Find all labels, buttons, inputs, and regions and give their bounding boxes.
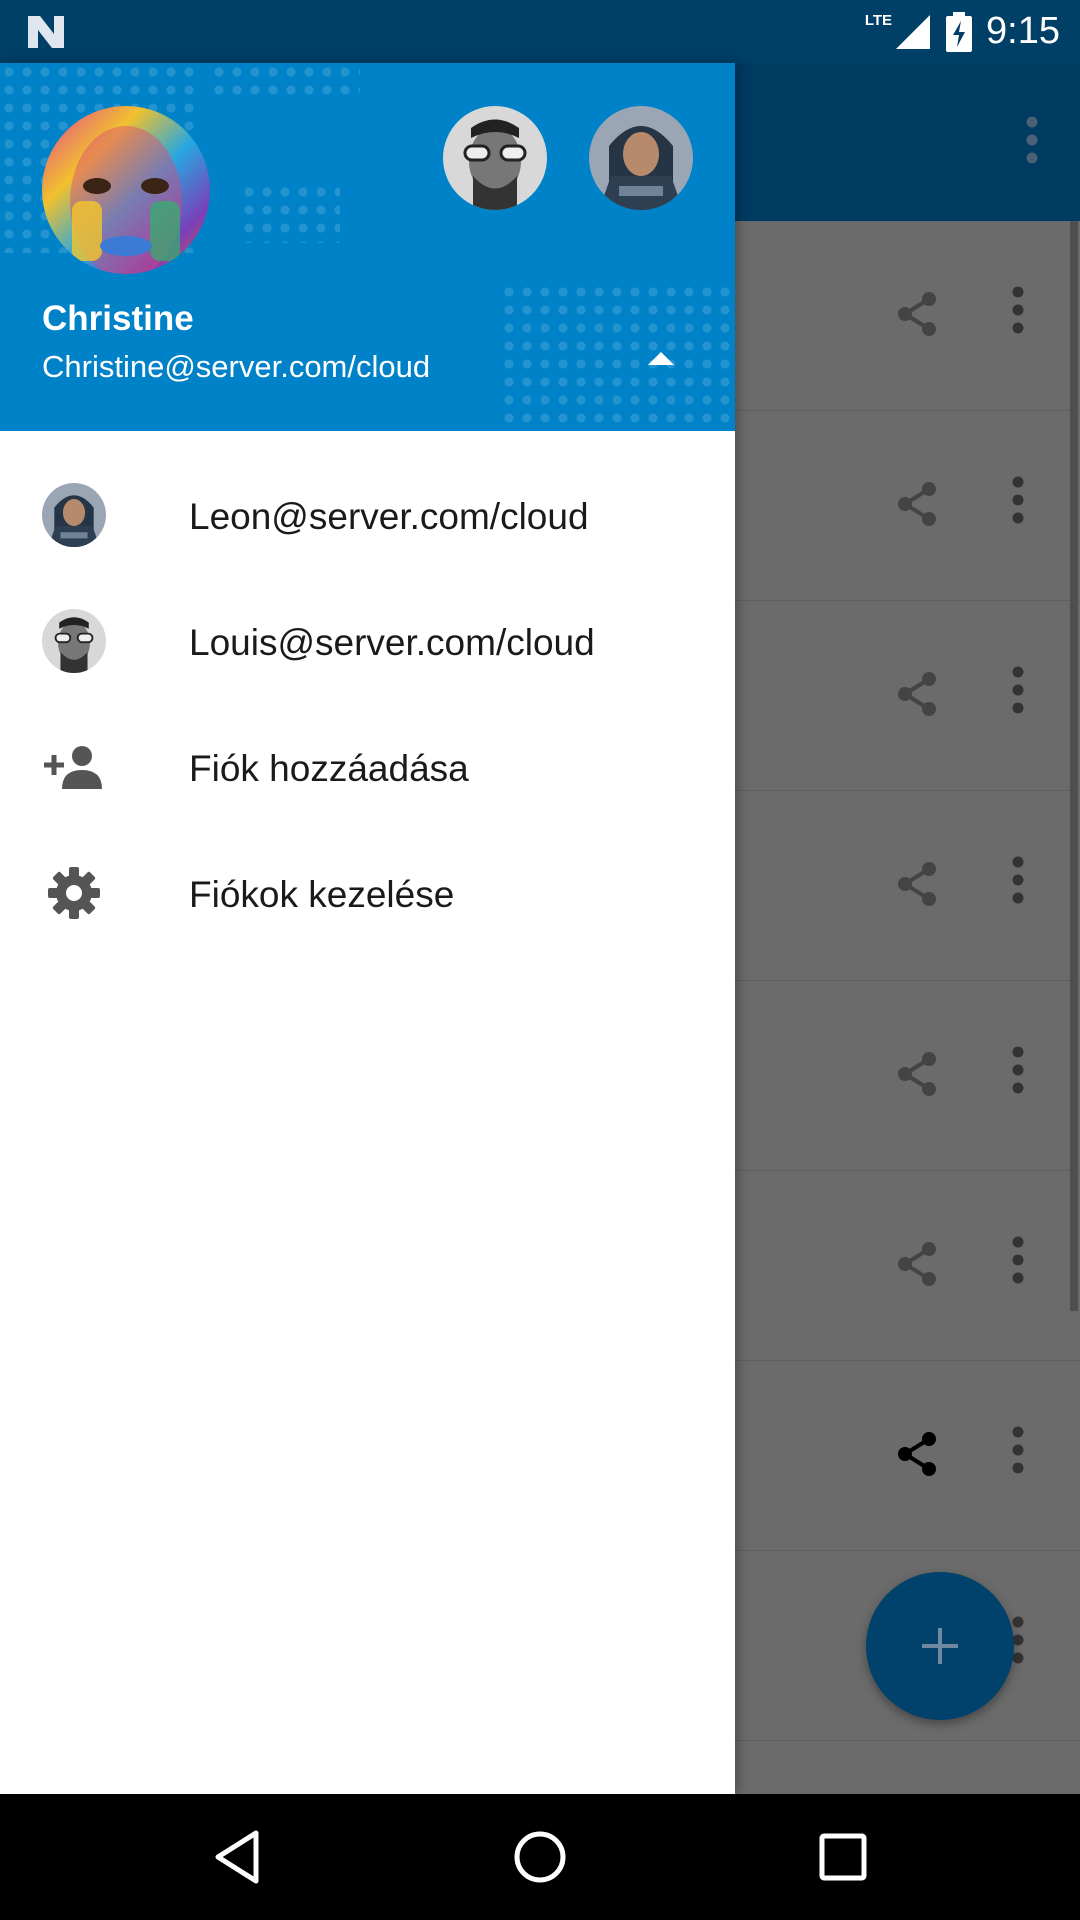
leon-avatar — [42, 483, 106, 547]
account-label: Leon@server.com/cloud — [189, 496, 589, 537]
share-icon[interactable] — [896, 1051, 938, 1097]
account-item-leon[interactable]: Leon@server.com/cloud — [0, 452, 735, 578]
battery-charging-icon — [946, 11, 973, 52]
header-pattern — [210, 63, 360, 103]
more-vert-icon[interactable] — [1010, 1235, 1026, 1285]
share-icon[interactable] — [896, 671, 938, 717]
more-vert-icon[interactable] — [1010, 1045, 1026, 1095]
account-item-louis[interactable]: Louis@server.com/cloud — [0, 578, 735, 704]
more-vert-icon[interactable] — [1010, 665, 1026, 715]
header-pattern — [240, 183, 340, 243]
recents-icon — [819, 1833, 867, 1881]
share-icon[interactable] — [896, 1431, 938, 1477]
louis-avatar — [42, 609, 106, 673]
system-nav-bar — [0, 1794, 1080, 1920]
more-vert-icon[interactable] — [1024, 115, 1040, 165]
account-label: Louis@server.com/cloud — [189, 622, 595, 663]
header-pattern — [500, 283, 735, 431]
share-icon[interactable] — [896, 481, 938, 527]
gear-icon — [42, 861, 106, 925]
back-icon — [215, 1830, 259, 1884]
back-button[interactable] — [204, 1824, 270, 1890]
current-user-email: Christine@server.com/cloud — [42, 349, 431, 384]
home-button[interactable] — [507, 1824, 573, 1890]
share-icon[interactable] — [896, 291, 938, 337]
more-vert-icon[interactable] — [1010, 855, 1026, 905]
status-bar: LTE 9:15 — [0, 0, 1080, 63]
share-icon[interactable] — [896, 1241, 938, 1287]
add-account-item[interactable]: Fiók hozzáadása — [0, 704, 735, 830]
current-user-avatar[interactable] — [42, 106, 210, 274]
account-avatar-leon[interactable] — [589, 106, 693, 210]
add-account-label: Fiók hozzáadása — [189, 748, 469, 789]
signal-icon — [896, 14, 931, 49]
drawer-header: Christine Christine@server.com/cloud — [0, 63, 735, 431]
clock: 9:15 — [986, 10, 1060, 52]
home-icon — [514, 1831, 566, 1883]
notification-n-icon — [28, 16, 64, 48]
manage-accounts-item[interactable]: Fiókok kezelése — [0, 830, 735, 956]
navigation-drawer: Christine Christine@server.com/cloud Leo… — [0, 63, 735, 1794]
current-user-name: Christine — [42, 299, 194, 338]
account-chooser-toggle-icon[interactable] — [648, 352, 674, 365]
manage-accounts-label: Fiókok kezelése — [189, 874, 455, 915]
recents-button[interactable] — [810, 1824, 876, 1890]
more-vert-icon[interactable] — [1010, 285, 1026, 335]
share-icon[interactable] — [896, 861, 938, 907]
network-label: LTE — [864, 12, 893, 29]
account-avatar-louis[interactable] — [443, 106, 547, 210]
more-vert-icon[interactable] — [1010, 475, 1026, 525]
scrollbar[interactable] — [1070, 221, 1078, 1311]
person-add-icon — [42, 735, 106, 799]
plus-icon — [922, 1628, 958, 1664]
more-vert-icon[interactable] — [1010, 1425, 1026, 1475]
add-fab-button[interactable] — [866, 1572, 1014, 1720]
